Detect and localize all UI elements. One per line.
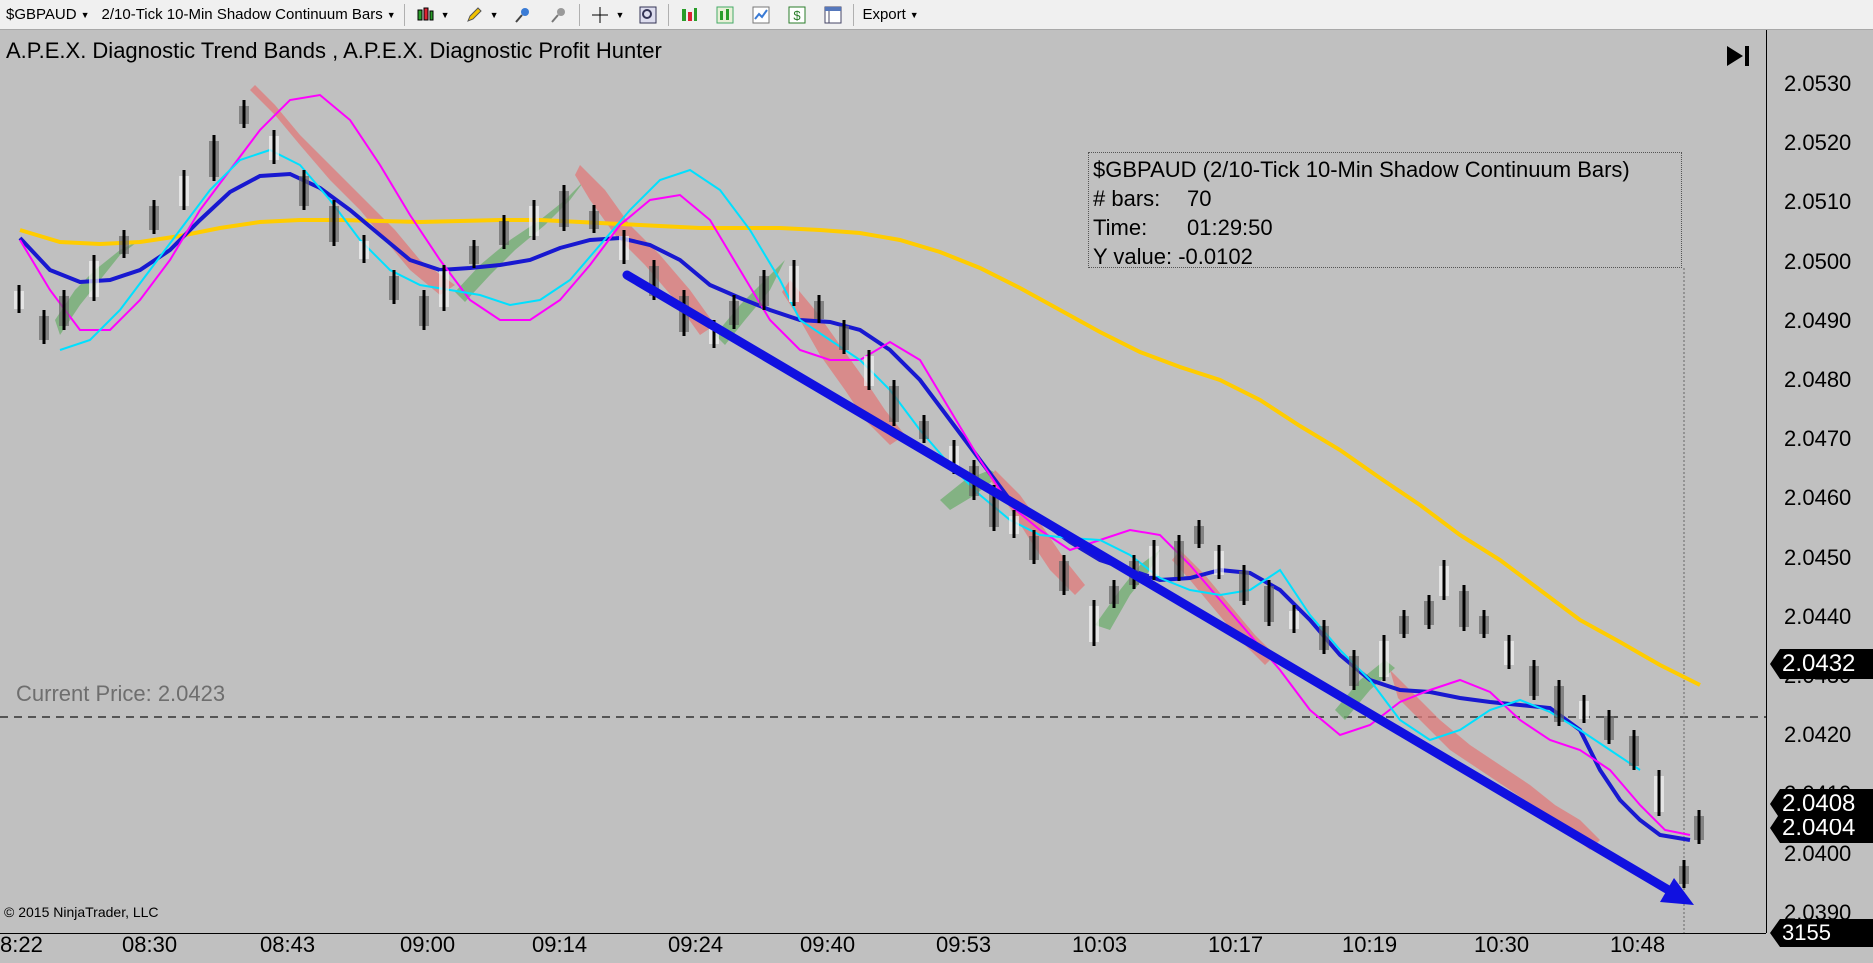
data-box-title: $GBPAUD (2/10-Tick 10-Min Shadow Continu… [1093, 157, 1630, 182]
scroll-to-end-button[interactable] [1724, 42, 1754, 70]
price-tick-label: 2.0510 [1784, 189, 1852, 215]
chevron-down-icon: ▼ [909, 9, 919, 20]
bar-type-label: 2/10-Tick 10-Min Shadow Continuum Bars [101, 6, 383, 23]
time-tick-label: 10:17 [1208, 932, 1264, 957]
price-tick-label: 2.0420 [1784, 722, 1852, 748]
time-tick-label: 8:22 [0, 932, 43, 957]
toolbar-divider [403, 3, 405, 26]
zoom-button[interactable] [630, 2, 666, 28]
time-tick-label: 09:24 [668, 932, 724, 957]
chevron-down-icon: ▼ [440, 9, 450, 20]
chevron-down-icon: ▼ [386, 9, 396, 20]
time-tick-label: 10:19 [1342, 932, 1398, 957]
indicators-icon [680, 6, 698, 24]
time-tick-label: 10:03 [1072, 932, 1128, 957]
drawing-tools-button[interactable]: ▼ [456, 2, 505, 28]
toolbar-divider [578, 3, 580, 26]
candlestick-icon [416, 6, 434, 24]
time-value: 01:29:50 [1187, 215, 1273, 240]
data-box-y-row: Y value: -0.0102 [1093, 242, 1677, 271]
skip-to-end-icon [1727, 46, 1749, 66]
chart-properties-button[interactable] [743, 2, 779, 28]
crosshair-button[interactable]: ▼ [582, 2, 631, 28]
strategies-icon [716, 6, 734, 24]
dollar-icon: $ [788, 6, 806, 24]
zoom-icon [639, 6, 657, 24]
current-price-label: Current Price: 2.0423 [16, 681, 226, 706]
chevron-down-icon: ▼ [489, 9, 499, 20]
time-tick-label: 09:40 [800, 932, 856, 957]
indicators-button[interactable] [671, 2, 707, 28]
order-entry-button[interactable]: $ [779, 2, 815, 28]
remove-drawings-button[interactable] [541, 2, 577, 28]
trend-arrow-drawing[interactable] [622, 270, 1694, 905]
time-tick-label: 08:30 [122, 932, 178, 957]
data-box-button[interactable] [815, 2, 851, 28]
data-box-icon [824, 6, 842, 24]
chart-panel[interactable]: A.P.E.X. Diagnostic Trend Bands , A.P.E.… [0, 30, 1766, 933]
chevron-down-icon: ▼ [80, 9, 90, 20]
slow-ma-line [19, 218, 1701, 687]
instrument-selector[interactable]: $GBPAUD ▼ [0, 2, 96, 28]
copyright-text: © 2015 NinjaTrader, LLC [4, 904, 159, 920]
price-tick-label: 2.0470 [1784, 426, 1852, 452]
bars-label: # bars: [1093, 186, 1161, 211]
time-tick-label: 10:48 [1610, 932, 1666, 957]
time-label: Time: [1093, 215, 1148, 240]
stay-in-draw-mode-button[interactable] [505, 2, 541, 28]
data-box-time-row: Time: 01:29:50 [1093, 213, 1677, 242]
last-price-flag: 2.0408 [1770, 789, 1873, 819]
data-box-bars-row: # bars: 70 [1093, 184, 1677, 213]
price-tick-label: 2.0400 [1784, 840, 1852, 866]
time-tick-label: 09:00 [400, 932, 456, 957]
toolbar-divider [853, 3, 855, 26]
time-tick-label: 08:43 [260, 932, 316, 957]
eraser-pin-icon [550, 6, 568, 24]
chevron-down-icon: ▼ [615, 9, 625, 20]
price-tick-label: 2.0520 [1784, 130, 1852, 156]
export-label: Export [862, 6, 906, 23]
pin-icon [514, 6, 532, 24]
price-tick-label: 2.0440 [1784, 603, 1852, 629]
time-tick-label: 10:30 [1474, 932, 1530, 957]
data-box: $GBPAUD (2/10-Tick 10-Min Shadow Continu… [1088, 152, 1682, 271]
svg-text:$: $ [794, 8, 802, 23]
slow-ma-price-flag: 2.0432 [1770, 649, 1873, 679]
bar-type-selector[interactable]: 2/10-Tick 10-Min Shadow Continuum Bars ▼ [96, 2, 402, 28]
price-tick-label: 2.0530 [1784, 71, 1852, 96]
chart-title: A.P.E.X. Diagnostic Trend Bands , A.P.E.… [6, 38, 662, 63]
strategies-button[interactable] [707, 2, 743, 28]
chart-style-button[interactable]: ▼ [407, 2, 456, 28]
chart-properties-icon [752, 6, 770, 24]
blue-ma-line [18, 171, 1691, 842]
price-tick-label: 2.0460 [1784, 485, 1852, 511]
price-tick-label: 2.0450 [1784, 544, 1852, 570]
trend-arrow-line[interactable] [622, 270, 1687, 903]
bar-count-flag: 3155 [1770, 919, 1873, 947]
bar-count-value: 3155 [1782, 920, 1831, 945]
export-menu[interactable]: Export ▼ [856, 2, 924, 28]
price-tick-label: 2.0500 [1784, 248, 1852, 274]
bars-value: 70 [1187, 186, 1212, 211]
price-tick-label: 2.0480 [1784, 367, 1852, 392]
toolbar-divider [668, 3, 670, 26]
y-label: Y value: [1093, 244, 1173, 269]
pencil-icon [465, 6, 483, 24]
instrument-label: $GBPAUD [6, 6, 77, 23]
time-tick-label: 09:14 [532, 932, 588, 957]
crosshair-icon [591, 6, 609, 24]
slow-ma-price-value: 2.0432 [1782, 650, 1856, 677]
last-price-value: 2.0408 [1782, 790, 1856, 817]
y-value: -0.0102 [1178, 244, 1253, 269]
trend-band-down [782, 280, 905, 445]
price-tick-label: 2.0490 [1784, 307, 1852, 333]
chart-toolbar: $GBPAUD ▼ 2/10-Tick 10-Min Shadow Contin… [0, 0, 1873, 30]
time-tick-label: 09:53 [936, 932, 992, 957]
